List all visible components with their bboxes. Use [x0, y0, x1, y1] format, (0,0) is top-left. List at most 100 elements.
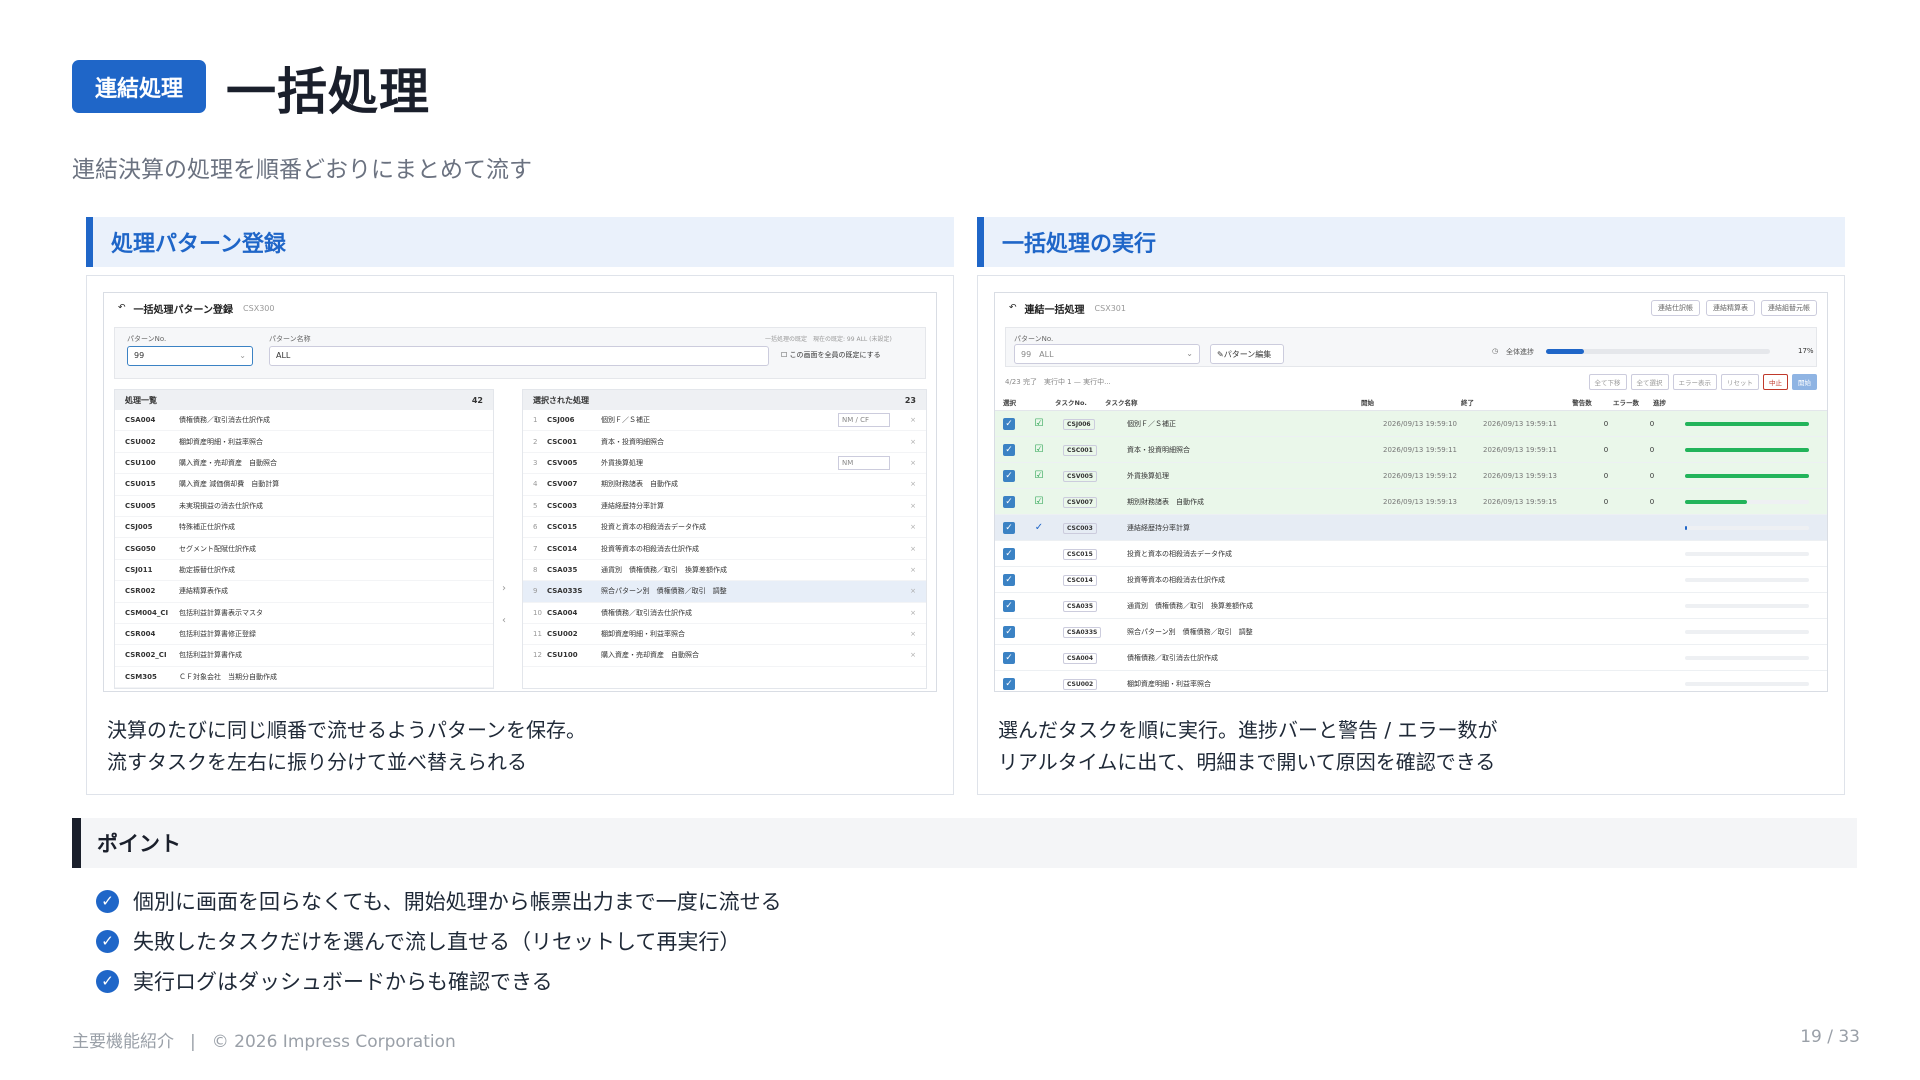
list-item[interactable]: CSM305 ＣＦ対象会社 当期分自動作成 — [115, 667, 493, 689]
list-item[interactable]: CSG050 セグメント配賦仕訳作成 — [115, 538, 493, 560]
progress-fill — [1685, 499, 1747, 504]
table-row[interactable]: ✓ CSC014 投資等資本の相殺消去仕訳作成 — [995, 567, 1827, 593]
row-checkbox[interactable]: ✓ — [1003, 651, 1015, 664]
row-checkbox[interactable]: ✓ — [1003, 677, 1015, 690]
list-item[interactable]: 5 CSC003 連結経歴持分率計算 × — [523, 496, 926, 517]
remove-icon[interactable]: × — [910, 438, 916, 446]
list-item[interactable]: CSU002 棚卸資産明細・利益率照合 — [115, 431, 493, 453]
list-item[interactable]: CSA004 債権債務／取引消去仕訳作成 — [115, 410, 493, 432]
list-item[interactable]: CSU005 未実現損益の消去仕訳作成 — [115, 496, 493, 517]
edit-pattern-button[interactable]: ✎パターン編集 — [1210, 344, 1284, 364]
remove-icon[interactable]: × — [910, 587, 916, 595]
pending-icon — [1033, 678, 1045, 690]
row-checkbox[interactable]: ✓ — [1003, 417, 1015, 430]
list-item[interactable]: 9 CSA033S 照合パターン別 債権債務／取引 調整 × — [523, 581, 926, 603]
move-left-icon[interactable]: ‹ — [502, 615, 506, 626]
list-item[interactable]: 8 CSA035 通貨別 債権債務／取引 換算差額作成 × — [523, 560, 926, 582]
col-end: 終了 — [1461, 398, 1474, 407]
row-checkbox[interactable]: ✓ — [1003, 495, 1015, 508]
row-checkbox[interactable]: ✓ — [1003, 521, 1015, 534]
list-item[interactable]: 7 CSC014 投資等資本の相殺消去仕訳作成 × — [523, 538, 926, 560]
remove-icon[interactable]: × — [910, 416, 916, 424]
row-checkbox[interactable]: ✓ — [1003, 625, 1015, 638]
remove-icon[interactable]: × — [910, 630, 916, 638]
list-item[interactable]: CSU100 購入資産・売却資産 自動照合 — [115, 453, 493, 475]
table-row[interactable]: ✓ CSC015 投資と資本の相殺消去データ作成 — [995, 541, 1827, 567]
list-item[interactable]: 2 CSC001 資本・投資明細照合 × — [523, 431, 926, 453]
table-row[interactable]: ✓ ✓ CSC003 連結経歴持分率計算 — [995, 515, 1827, 541]
table-row[interactable]: ✓ CSA004 債権債務／取引消去仕訳作成 — [995, 645, 1827, 671]
table-row[interactable]: ✓ CSU002 棚卸資産明細・利益率照合 — [995, 671, 1827, 691]
list-item[interactable]: CSU015 購入資産 減価償却費 自動計算 — [115, 474, 493, 496]
row-checkbox[interactable]: ✓ — [1003, 599, 1015, 612]
pattern-no-select[interactable]: 99 ⌄ — [127, 346, 253, 366]
remove-icon[interactable]: × — [910, 609, 916, 617]
left-card-heading: 処理パターン登録 — [86, 217, 954, 267]
task-code: CSM004_CI — [125, 608, 169, 617]
list-item[interactable]: CSJ005 特殊補正仕訳作成 — [115, 517, 493, 539]
table-row[interactable]: ✓ ☑ CSV005 外貨換算処理 2026/09/13 19:59:12 2026/09… — [995, 463, 1827, 489]
remove-icon[interactable]: × — [910, 480, 916, 488]
task-code: CSU002 — [1063, 678, 1127, 690]
pattern-select[interactable]: 99 ALL ⌄ — [1014, 344, 1200, 364]
table-row[interactable]: ✓ ☑ CSJ006 個別Ｆ／Ｓ補正 2026/09/13 19:59:10 2026/0… — [995, 411, 1827, 437]
remove-icon[interactable]: × — [910, 502, 916, 510]
move-right-icon[interactable]: › — [502, 583, 506, 594]
process-list-count: 42 — [471, 395, 483, 405]
progress-bar — [1685, 577, 1809, 582]
left-card-description: 決算のたびに同じ順番で流せるようパターンを保存。 流すタスクを左右に振り分けて並… — [107, 714, 586, 778]
list-item[interactable]: 11 CSU002 棚卸資産明細・利益率照合 × — [523, 624, 926, 646]
default-checkbox[interactable]: ☐ この画面を全員の既定にする — [781, 350, 881, 360]
back-icon[interactable]: ↶ — [118, 303, 126, 313]
pattern-form: パターンNo. 99 ⌄ パターン名称 ALL 一括処理の既定 現在の既定: 99… — [114, 327, 926, 379]
list-item[interactable]: CSM004_CI 包括利益計算書表示マスタ — [115, 603, 493, 624]
edit-pattern-label: パターン編集 — [1223, 350, 1272, 359]
option-input[interactable]: NM — [838, 455, 890, 470]
back-icon[interactable]: ↶ — [1009, 303, 1017, 313]
link-worksheet[interactable]: 連結精算表 — [1706, 300, 1755, 316]
action-button[interactable]: エラー表示 — [1672, 374, 1717, 390]
task-code: CSU005 — [125, 501, 156, 510]
list-item[interactable]: CSR002_CI 包括利益計算書作成 — [115, 645, 493, 667]
option-input[interactable]: NM / CF — [838, 413, 890, 428]
list-item[interactable]: 4 CSV007 期別財務諸表 自動作成 × — [523, 474, 926, 496]
row-number: 9 — [533, 587, 538, 596]
remove-icon[interactable]: × — [910, 566, 916, 574]
action-button[interactable]: 全て下移 — [1588, 374, 1627, 390]
task-code: CSU002 — [125, 437, 156, 446]
list-item[interactable]: CSJ011 勘定振替仕訳作成 — [115, 560, 493, 582]
remove-icon[interactable]: × — [910, 459, 916, 467]
list-item[interactable]: 6 CSC015 投資と資本の相殺消去データ作成 × — [523, 517, 926, 539]
list-item[interactable]: CSR004 包括利益計算書修正登録 — [115, 624, 493, 646]
list-item[interactable]: 3 CSV005 外貨換算処理 NM × — [523, 453, 926, 475]
clock-icon: ◷ — [1492, 347, 1499, 355]
table-row[interactable]: ✓ ☑ CSC001 資本・投資明細照合 2026/09/13 19:59:11 2026… — [995, 437, 1827, 463]
table-row[interactable]: ✓ ☑ CSV007 期別財務諸表 自動作成 2026/09/13 19:59:13 20… — [995, 489, 1827, 515]
action-button[interactable]: 全て選択 — [1630, 374, 1669, 390]
check-icon: ✓ — [96, 889, 119, 913]
link-journal[interactable]: 連結仕訳帳 — [1651, 300, 1700, 316]
table-row[interactable]: ✓ CSA033S 照合パターン別 債権債務／取引 調整 — [995, 619, 1827, 645]
task-name: 資本・投資明細照合 — [601, 437, 664, 446]
list-item[interactable]: 10 CSA004 債権債務／取引消去仕訳作成 × — [523, 603, 926, 624]
remove-icon[interactable]: × — [910, 545, 916, 553]
check-icon: ✓ — [96, 969, 119, 993]
action-button[interactable]: 開始 — [1792, 374, 1817, 390]
task-code: CSA004 — [547, 608, 578, 617]
remove-icon[interactable]: × — [910, 651, 916, 659]
pattern-name-input[interactable]: ALL — [269, 346, 769, 366]
list-item[interactable]: 1 CSJ006 個別Ｆ／Ｓ補正 NM / CF × — [523, 410, 926, 432]
link-ledger[interactable]: 連結組替元帳 — [1761, 300, 1817, 316]
table-row[interactable]: ✓ CSA035 通貨別 債権債務／取引 換算差額作成 — [995, 593, 1827, 619]
list-item[interactable]: 12 CSU100 購入資産・売却資産 自動照合 × — [523, 645, 926, 667]
action-button[interactable]: 中止 — [1763, 374, 1788, 390]
row-checkbox[interactable]: ✓ — [1003, 443, 1015, 456]
remove-icon[interactable]: × — [910, 523, 916, 531]
list-item[interactable]: CSR002 連結精算表作成 — [115, 581, 493, 603]
page-title: 一括処理 — [226, 63, 430, 121]
task-code-tag: CSC003 — [1063, 522, 1097, 534]
row-checkbox[interactable]: ✓ — [1003, 469, 1015, 482]
row-checkbox[interactable]: ✓ — [1003, 547, 1015, 560]
row-checkbox[interactable]: ✓ — [1003, 573, 1015, 586]
action-button[interactable]: リセット — [1721, 374, 1759, 390]
